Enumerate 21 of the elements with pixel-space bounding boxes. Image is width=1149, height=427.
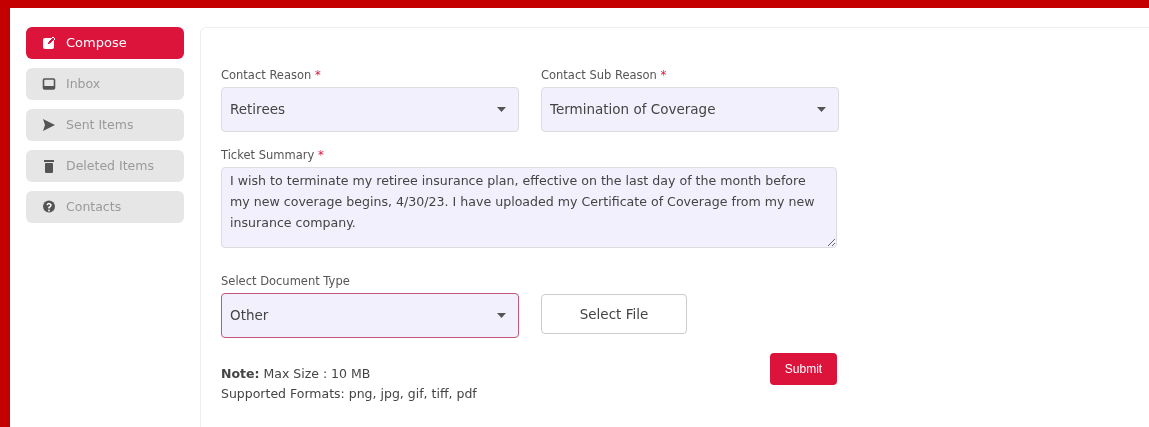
question-icon — [42, 200, 56, 214]
submit-button[interactable]: Submit — [770, 353, 837, 385]
document-type-label: Select Document Type — [221, 274, 351, 288]
caret-icon — [497, 313, 506, 318]
trash-icon — [42, 159, 56, 173]
document-type-dropdown[interactable]: Other — [221, 293, 519, 338]
edit-icon — [42, 36, 56, 50]
send-icon — [42, 118, 56, 132]
contact-sub-reason-label: Contact Sub Reason * — [541, 68, 668, 82]
caret-icon — [817, 107, 826, 112]
sidebar-item[interactable]: Compose — [26, 27, 184, 59]
contact-reason-label: Contact Reason * — [221, 68, 322, 82]
supported-formats-text: Supported Formats: png, jpg, gif, tiff, pdf — [221, 385, 478, 403]
contact-sub-reason-dropdown[interactable]: Termination of Coverage — [541, 87, 839, 132]
caret-icon — [497, 107, 506, 112]
ticket-summary-field[interactable]: I wish to terminate my retiree insurance plan, effective on the last day of the month before my new coverage begins, 4/30/23. I have uploaded my Certificate of Coverage from my new insurance company. — [221, 167, 837, 248]
contact-reason-dropdown[interactable]: Retirees — [221, 87, 519, 132]
inbox-icon — [42, 77, 56, 91]
ticket-summary-label: Ticket Summary * — [221, 148, 325, 162]
note-text: Note: Max Size : 10 MB — [221, 365, 372, 383]
select-file-button[interactable]: Select File — [541, 294, 687, 334]
